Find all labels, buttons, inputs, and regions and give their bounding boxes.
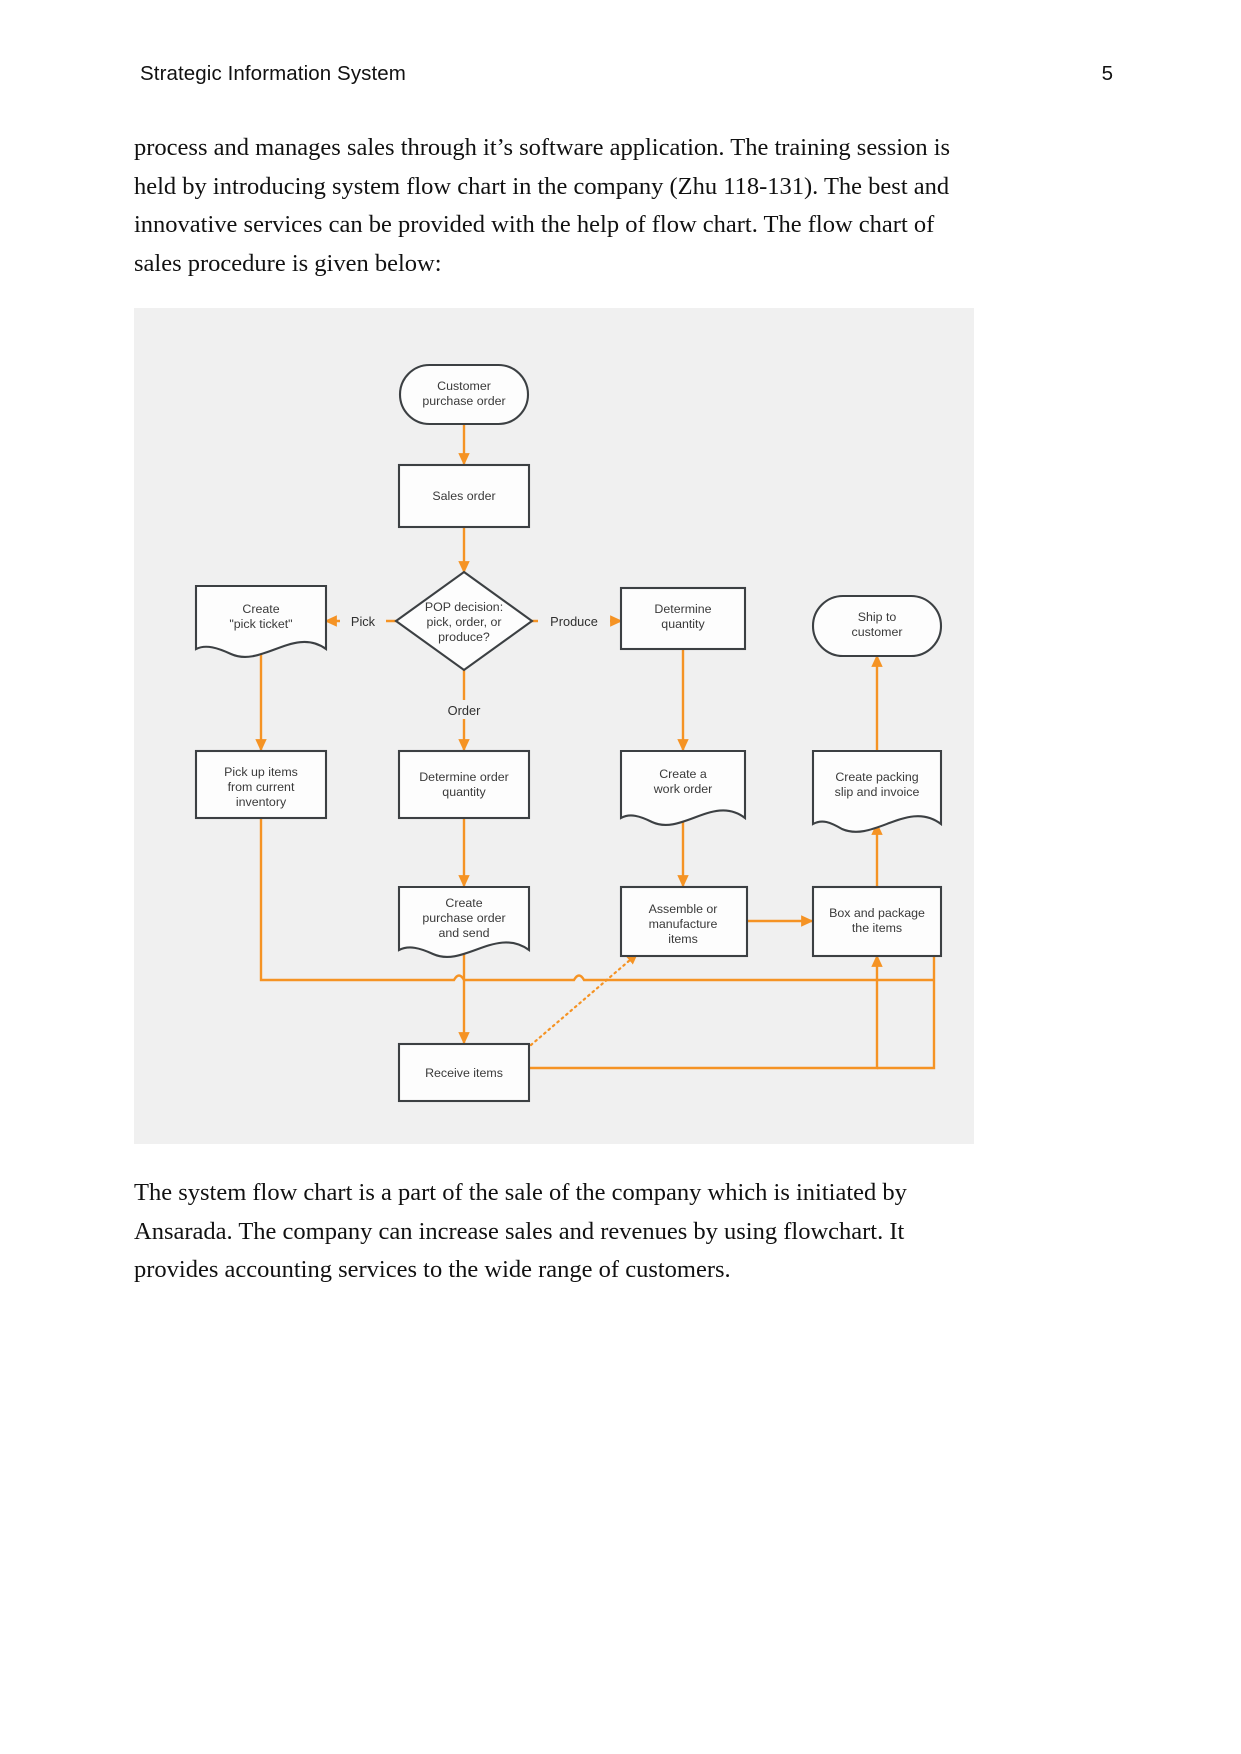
- page-number: 5: [1101, 62, 1113, 85]
- node-label-line1: Ship to: [858, 610, 897, 624]
- node-create-packing-slip[interactable]: Create packing slip and invoice: [811, 749, 943, 833]
- node-determine-order-quantity[interactable]: Determine order quantity: [397, 749, 531, 820]
- node-label-line2: manufacture: [649, 917, 718, 931]
- node-pop-decision[interactable]: POP decision: pick, order, or produce?: [394, 570, 534, 672]
- edge-label-order: Order: [448, 703, 481, 718]
- node-label-line1: Determine order: [419, 770, 509, 784]
- node-label-line1: Create a: [659, 767, 707, 781]
- node-label-line1: Determine: [654, 602, 711, 616]
- node-create-purchase-order[interactable]: Create purchase order and send: [397, 885, 531, 958]
- node-label-line1: Create packing: [835, 770, 918, 784]
- node-label-line1: Receive items: [425, 1066, 503, 1080]
- header-title: Strategic Information System: [140, 62, 406, 85]
- edge-receive-to-assemble-dotted: [529, 952, 639, 1047]
- edge-receive-to-box: [529, 954, 883, 1070]
- node-label-line1: Create: [242, 602, 279, 616]
- node-label-line2: purchase order: [422, 394, 505, 408]
- node-box-and-package[interactable]: Box and package the items: [811, 885, 943, 958]
- node-label-line3: items: [668, 932, 698, 946]
- node-label-line1: Sales order: [432, 489, 495, 503]
- node-label-line2: customer: [852, 625, 903, 639]
- node-label-line1: Pick up items: [224, 765, 298, 779]
- edge-label-order-group: Order: [437, 700, 491, 719]
- node-create-pick-ticket[interactable]: Create "pick ticket": [194, 584, 328, 658]
- node-label-line3: produce?: [438, 630, 490, 644]
- node-label-line1: Create: [445, 896, 482, 910]
- node-assemble-items[interactable]: Assemble or manufacture items: [619, 885, 749, 958]
- node-customer-purchase-order[interactable]: Customer purchase order: [398, 363, 530, 426]
- node-label-line1: Customer: [437, 379, 491, 393]
- node-create-work-order[interactable]: Create a work order: [619, 749, 747, 826]
- node-label-line2: the items: [852, 921, 902, 935]
- flowchart-figure: Customer purchase order Sales order POP …: [134, 308, 974, 1144]
- document-page: Strategic Information System 5 process a…: [0, 0, 1241, 1754]
- node-pick-up-items[interactable]: Pick up items from current inventory: [194, 749, 328, 820]
- node-label-line2: quantity: [442, 785, 486, 799]
- node-label-line2: pick, order, or: [426, 615, 501, 629]
- node-receive-items[interactable]: Receive items: [397, 1042, 531, 1103]
- edge-label-produce: Produce: [550, 614, 598, 629]
- node-label-line1: Box and package: [829, 906, 925, 920]
- node-label-line2: work order: [653, 782, 713, 796]
- node-label-line3: inventory: [236, 795, 287, 809]
- paragraph-above-figure: process and manages sales through it’s s…: [134, 134, 951, 277]
- page-header: Strategic Information System 5: [140, 62, 1113, 86]
- node-label-line2: purchase order: [422, 911, 505, 925]
- node-label-line1: POP decision:: [425, 600, 503, 614]
- flow-connectors: [255, 424, 936, 1070]
- node-label-line1: Assemble or: [649, 902, 718, 916]
- node-label-line2: "pick ticket": [229, 617, 292, 631]
- node-sales-order[interactable]: Sales order: [397, 463, 531, 529]
- edge-label-pick-group: Pick: [340, 611, 386, 630]
- node-ship-to-customer[interactable]: Ship to customer: [811, 594, 943, 658]
- node-label-line2: from current: [228, 780, 295, 794]
- edge-label-produce-group: Produce: [538, 611, 610, 630]
- edge-bus-right-corner: [877, 980, 936, 1070]
- node-label-line3: and send: [439, 926, 490, 940]
- node-label-line2: quantity: [661, 617, 705, 631]
- paragraph-below-figure: The system flow chart is a part of the s…: [134, 1179, 907, 1284]
- edge-label-pick: Pick: [351, 614, 376, 629]
- node-determine-quantity[interactable]: Determine quantity: [619, 586, 747, 651]
- node-label-line2: slip and invoice: [835, 785, 920, 799]
